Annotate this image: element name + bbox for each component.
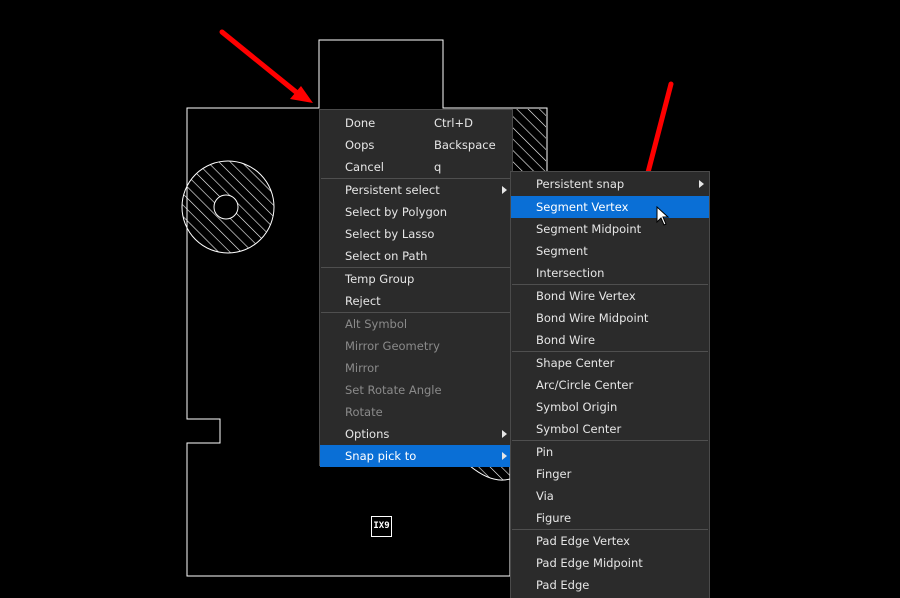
menu-item-select-by-polygon[interactable]: Select by Polygon — [320, 201, 512, 223]
menu-item-label: Oops — [345, 138, 375, 152]
menu-item-label: Mirror Geometry — [345, 339, 440, 353]
menu-item-label: Persistent select — [345, 183, 440, 197]
pad-hole — [213, 194, 239, 220]
menu-item-label: Symbol Origin — [536, 400, 618, 414]
menu-item-label: Segment Midpoint — [536, 222, 642, 236]
menu-item-select-on-path[interactable]: Select on Path — [320, 245, 512, 267]
submenu-item-bond-wire-vertex[interactable]: Bond Wire Vertex — [511, 285, 709, 307]
hatched-arc — [468, 465, 511, 481]
menu-item-alt-symbol: Alt Symbol — [320, 313, 512, 335]
menu-item-label: Reject — [345, 294, 381, 308]
submenu-item-pad-edge-vertex[interactable]: Pad Edge Vertex — [511, 530, 709, 552]
submenu-item-symbol-center[interactable]: Symbol Center — [511, 418, 709, 440]
submenu-item-bond-wire[interactable]: Bond Wire — [511, 329, 709, 351]
submenu-arrow-icon — [502, 452, 507, 460]
menu-item-snap-pick-to[interactable]: Snap pick to — [320, 445, 512, 467]
menu-item-label: Persistent snap — [536, 177, 625, 191]
submenu-item-shape-center[interactable]: Shape Center — [511, 352, 709, 374]
menu-item-label: Set Rotate Angle — [345, 383, 442, 397]
menu-item-label: Via — [536, 489, 554, 503]
menu-item-options[interactable]: Options — [320, 423, 512, 445]
menu-item-label: Figure — [536, 511, 572, 525]
menu-item-label: Done — [345, 116, 376, 130]
mouse-cursor-icon — [656, 206, 670, 226]
menu-item-label: Shape Center — [536, 356, 615, 370]
menu-item-temp-group[interactable]: Temp Group — [320, 268, 512, 290]
menu-item-shortcut: Ctrl+D — [434, 116, 473, 130]
snap-submenu: Persistent snap Segment Vertex Segment M… — [510, 171, 710, 598]
menu-item-label: Bond Wire — [536, 333, 596, 347]
annotation-arrow-left — [219, 29, 313, 103]
submenu-item-figure[interactable]: Figure — [511, 507, 709, 529]
menu-item-shortcut: q — [434, 160, 442, 174]
submenu-item-pad-edge[interactable]: Pad Edge — [511, 574, 709, 596]
submenu-arrow-icon — [502, 430, 507, 438]
menu-item-label: Segment Vertex — [536, 200, 629, 214]
submenu-item-bond-wire-midpoint[interactable]: Bond Wire Midpoint — [511, 307, 709, 329]
menu-item-label: Intersection — [536, 266, 605, 280]
context-menu: Done Ctrl+D Oops Backspace Cancel q Persist… — [319, 109, 513, 467]
submenu-arrow-icon — [699, 180, 704, 188]
pin-label[interactable]: IX9 — [371, 516, 392, 537]
submenu-item-persistent-snap[interactable]: Persistent snap — [511, 173, 709, 195]
menu-item-oops[interactable]: Oops Backspace — [320, 134, 512, 156]
menu-item-label: Pin — [536, 445, 554, 459]
menu-item-label: Cancel — [345, 160, 384, 174]
menu-item-reject[interactable]: Reject — [320, 290, 512, 312]
submenu-item-intersection[interactable]: Intersection — [511, 262, 709, 284]
menu-item-set-rotate-angle: Set Rotate Angle — [320, 379, 512, 401]
menu-item-cancel[interactable]: Cancel q — [320, 156, 512, 178]
menu-item-label: Pad Edge Midpoint — [536, 556, 643, 570]
menu-item-label: Select by Lasso — [345, 227, 435, 241]
menu-item-label: Finger — [536, 467, 572, 481]
submenu-item-arc-circle-center[interactable]: Arc/Circle Center — [511, 374, 709, 396]
menu-item-label: Bond Wire Vertex — [536, 289, 636, 303]
submenu-item-via[interactable]: Via — [511, 485, 709, 507]
menu-item-label: Bond Wire Midpoint — [536, 311, 649, 325]
menu-item-label: Arc/Circle Center — [536, 378, 634, 392]
menu-item-persistent-select[interactable]: Persistent select — [320, 179, 512, 201]
menu-item-label: Alt Symbol — [345, 317, 408, 331]
submenu-item-segment[interactable]: Segment — [511, 240, 709, 262]
submenu-item-finger[interactable]: Finger — [511, 463, 709, 485]
menu-item-label: Symbol Center — [536, 422, 622, 436]
menu-item-label: Options — [345, 427, 390, 441]
menu-item-label: Pad Edge — [536, 578, 590, 592]
submenu-arrow-icon — [502, 186, 507, 194]
menu-item-label: Mirror — [345, 361, 379, 375]
submenu-item-segment-midpoint[interactable]: Segment Midpoint — [511, 218, 709, 240]
menu-item-label: Rotate — [345, 405, 383, 419]
menu-item-label: Select on Path — [345, 249, 428, 263]
menu-item-done[interactable]: Done Ctrl+D — [320, 112, 512, 134]
submenu-item-symbol-origin[interactable]: Symbol Origin — [511, 396, 709, 418]
menu-item-rotate: Rotate — [320, 401, 512, 423]
hatched-region — [513, 109, 546, 171]
menu-item-mirror-geometry: Mirror Geometry — [320, 335, 512, 357]
menu-item-shortcut: Backspace — [434, 138, 496, 152]
menu-item-label: Pad Edge Vertex — [536, 534, 630, 548]
submenu-item-segment-vertex[interactable]: Segment Vertex — [511, 196, 709, 218]
submenu-item-pin[interactable]: Pin — [511, 441, 709, 463]
menu-item-select-by-lasso[interactable]: Select by Lasso — [320, 223, 512, 245]
menu-item-mirror: Mirror — [320, 357, 512, 379]
menu-item-label: Select by Polygon — [345, 205, 448, 219]
menu-item-label: Snap pick to — [345, 449, 417, 463]
menu-item-label: Temp Group — [345, 272, 415, 286]
submenu-item-pad-edge-midpoint[interactable]: Pad Edge Midpoint — [511, 552, 709, 574]
menu-item-label: Segment — [536, 244, 588, 258]
